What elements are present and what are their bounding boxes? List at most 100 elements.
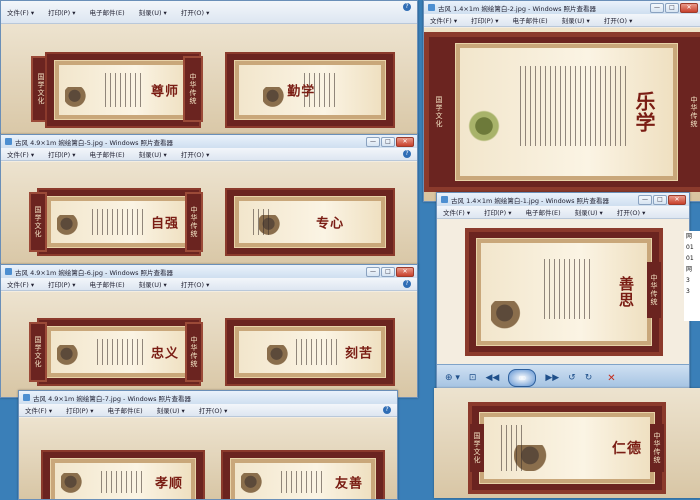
edge-text: 网 xyxy=(686,266,693,273)
image-area: 自强 国学文化 专心 中华传统 xyxy=(1,162,417,269)
close-button[interactable]: ✕ xyxy=(668,194,686,205)
image-window-bottom-right[interactable]: 仁德 国学文化 中华传统 xyxy=(434,388,700,498)
menu-file[interactable]: 文件(F) ▾ xyxy=(25,405,52,415)
menu-burn[interactable]: 刻录(U) ▾ xyxy=(575,207,603,217)
menu-open[interactable]: 打开(O) ▾ xyxy=(617,207,646,217)
help-icon[interactable]: ? xyxy=(383,406,391,414)
help-icon[interactable]: ? xyxy=(403,3,411,11)
menu-file[interactable]: 文件(F) ▾ xyxy=(430,15,457,25)
menu-print[interactable]: 打印(P) ▾ xyxy=(66,405,93,415)
minimize-button[interactable]: — xyxy=(366,136,380,147)
viewer-window-2[interactable]: 古风 1.4×1m 婉绘篱白-2.jpg - Windows 照片查看器 — □… xyxy=(423,0,700,202)
menu-email[interactable]: 电子邮件(E) xyxy=(89,7,124,17)
menu-print[interactable]: 打印(P) ▾ xyxy=(471,15,498,25)
help-icon[interactable]: ? xyxy=(403,280,411,288)
fit-window-icon[interactable]: ⊡ xyxy=(469,373,477,383)
minimize-button[interactable]: — xyxy=(650,2,664,13)
viewer-window-7[interactable]: 古风 4.9×1m 婉绘篱白-7.jpg - Windows 照片查看器 文件(… xyxy=(18,390,398,500)
menu-bar: 文件(F) ▾ 打印(P) ▾ 电子邮件(E) 刻录(U) ▾ 打开(O) ▾ … xyxy=(1,278,417,291)
help-icon[interactable]: ? xyxy=(403,150,411,158)
edge-text: 3 xyxy=(686,277,690,284)
menu-file[interactable]: 文件(F) ▾ xyxy=(7,279,34,289)
menu-email[interactable]: 电子邮件(E) xyxy=(512,15,547,25)
figure-illustration xyxy=(491,301,525,331)
close-button[interactable]: ✕ xyxy=(396,136,414,147)
delete-icon[interactable]: ✕ xyxy=(607,373,615,384)
edge-text: 3 xyxy=(686,288,690,295)
previous-icon[interactable]: ◀◀ xyxy=(485,373,499,383)
close-button[interactable]: ✕ xyxy=(680,2,698,13)
image-area: 乐学 国学文化 中华传统 xyxy=(424,28,700,201)
menu-open[interactable]: 打开(O) ▾ xyxy=(199,405,228,415)
rotate-left-icon[interactable]: ↺ xyxy=(568,373,576,383)
menu-email[interactable]: 电子邮件(E) xyxy=(89,149,124,159)
board-zhongyi: 忠义 xyxy=(37,318,201,386)
side-panel-right: 中华传统 xyxy=(686,77,700,147)
menu-print[interactable]: 打印(P) ▾ xyxy=(48,149,75,159)
window-title: 古风 4.9×1m 婉绘篱白-7.jpg - Windows 照片查看器 xyxy=(33,394,192,403)
menu-file[interactable]: 文件(F) ▾ xyxy=(443,207,470,217)
viewer-window-6[interactable]: 古风 4.9×1m 婉绘篱白-6.jpg - Windows 照片查看器 — □… xyxy=(0,264,418,398)
board-title: 勤学 xyxy=(287,84,316,100)
board-xiaoshun: 孝顺 xyxy=(41,450,205,499)
partial-window-edge: 网 01 01 网 3 3 xyxy=(684,231,700,321)
menu-email[interactable]: 电子邮件(E) xyxy=(525,207,560,217)
side-panel-left: 国学文化 xyxy=(431,77,447,147)
menu-print[interactable]: 打印(P) ▾ xyxy=(48,7,75,17)
menu-bar: 文件(F) ▾ 打印(P) ▾ 电子邮件(E) 刻录(U) ▾ 打开(O) ▾ … xyxy=(19,404,397,417)
viewer-window-top[interactable]: 文件(F) ▾ 打印(P) ▾ 电子邮件(E) 刻录(U) ▾ 打开(O) ▾ … xyxy=(0,0,418,142)
figure-illustration xyxy=(263,87,287,109)
image-area: 孝顺 友善 xyxy=(19,418,397,499)
close-button[interactable]: ✕ xyxy=(396,266,414,277)
side-panel-left: 国学文化 xyxy=(29,322,47,382)
menu-burn[interactable]: 刻录(U) ▾ xyxy=(139,279,167,289)
slideshow-button[interactable]: ▭ xyxy=(508,369,537,387)
image-area: 国学文化 尊师 勤学 中华传统 xyxy=(1,24,417,141)
menu-open[interactable]: 打开(O) ▾ xyxy=(604,15,633,25)
maximize-button[interactable]: □ xyxy=(653,194,667,205)
rotate-right-icon[interactable]: ↻ xyxy=(585,373,593,383)
title-bar: 古风 4.9×1m 婉绘篱白-5.jpg - Windows 照片查看器 — □… xyxy=(1,135,417,148)
menu-open[interactable]: 打开(O) ▾ xyxy=(181,279,210,289)
board-qinxue: 勤学 xyxy=(225,52,395,128)
menu-burn[interactable]: 刻录(U) ▾ xyxy=(139,149,167,159)
title-bar: 古风 1.4×1m 婉绘篱白-2.jpg - Windows 照片查看器 — □… xyxy=(424,1,700,14)
viewer-window-1[interactable]: 古风 1.4×1m 婉绘篱白-1.jpg - Windows 照片查看器 — □… xyxy=(436,192,690,392)
menu-file[interactable]: 文件(F) ▾ xyxy=(7,149,34,159)
menu-bar: 文件(F) ▾ 打印(P) ▾ 电子邮件(E) 刻录(U) ▾ 打开(O) ▾ … xyxy=(1,1,417,24)
menu-email[interactable]: 电子邮件(E) xyxy=(89,279,124,289)
viewer-window-5[interactable]: 古风 4.9×1m 婉绘篱白-5.jpg - Windows 照片查看器 — □… xyxy=(0,134,418,270)
side-panel-left: 国学文化 xyxy=(29,192,47,252)
window-title: 古风 1.4×1m 婉绘篱白-2.jpg - Windows 照片查看器 xyxy=(438,4,597,13)
menu-print[interactable]: 打印(P) ▾ xyxy=(484,207,511,217)
menu-burn[interactable]: 刻录(U) ▾ xyxy=(139,7,167,17)
minimize-button[interactable]: — xyxy=(638,194,652,205)
menu-burn[interactable]: 刻录(U) ▾ xyxy=(157,405,185,415)
minimize-button[interactable]: — xyxy=(366,266,380,277)
menu-open[interactable]: 打开(O) ▾ xyxy=(181,7,210,17)
menu-burn[interactable]: 刻录(U) ▾ xyxy=(562,15,590,25)
board-youshan: 友善 xyxy=(221,450,385,499)
menu-open[interactable]: 打开(O) ▾ xyxy=(181,149,210,159)
side-panel-right: 中华传统 xyxy=(647,262,661,318)
side-panel-left: 国学文化 xyxy=(470,424,484,472)
menu-file[interactable]: 文件(F) ▾ xyxy=(7,7,34,17)
menu-email[interactable]: 电子邮件(E) xyxy=(107,405,142,415)
menu-print[interactable]: 打印(P) ▾ xyxy=(48,279,75,289)
figure-illustration xyxy=(61,473,85,495)
figure-illustration xyxy=(57,345,81,367)
zoom-icon[interactable]: ⊕ ▾ xyxy=(445,373,460,383)
app-icon xyxy=(23,394,30,401)
title-bar: 古风 4.9×1m 婉绘篱白-7.jpg - Windows 照片查看器 xyxy=(19,391,397,404)
app-icon xyxy=(441,196,448,203)
figure-illustration xyxy=(241,473,265,495)
menu-bar: 文件(F) ▾ 打印(P) ▾ 电子邮件(E) 刻录(U) ▾ 打开(O) ▾ … xyxy=(1,148,417,161)
title-bar: 古风 1.4×1m 婉绘篱白-1.jpg - Windows 照片查看器 — □… xyxy=(437,193,689,206)
menu-bar: 文件(F) ▾ 打印(P) ▾ 电子邮件(E) 刻录(U) ▾ 打开(O) ▾ xyxy=(437,206,689,219)
maximize-button[interactable]: □ xyxy=(381,266,395,277)
maximize-button[interactable]: □ xyxy=(665,2,679,13)
side-panel-mid: 中华传统 xyxy=(183,56,203,122)
maximize-button[interactable]: □ xyxy=(381,136,395,147)
side-panel-right: 中华传统 xyxy=(650,424,664,472)
next-icon[interactable]: ▶▶ xyxy=(545,373,559,383)
